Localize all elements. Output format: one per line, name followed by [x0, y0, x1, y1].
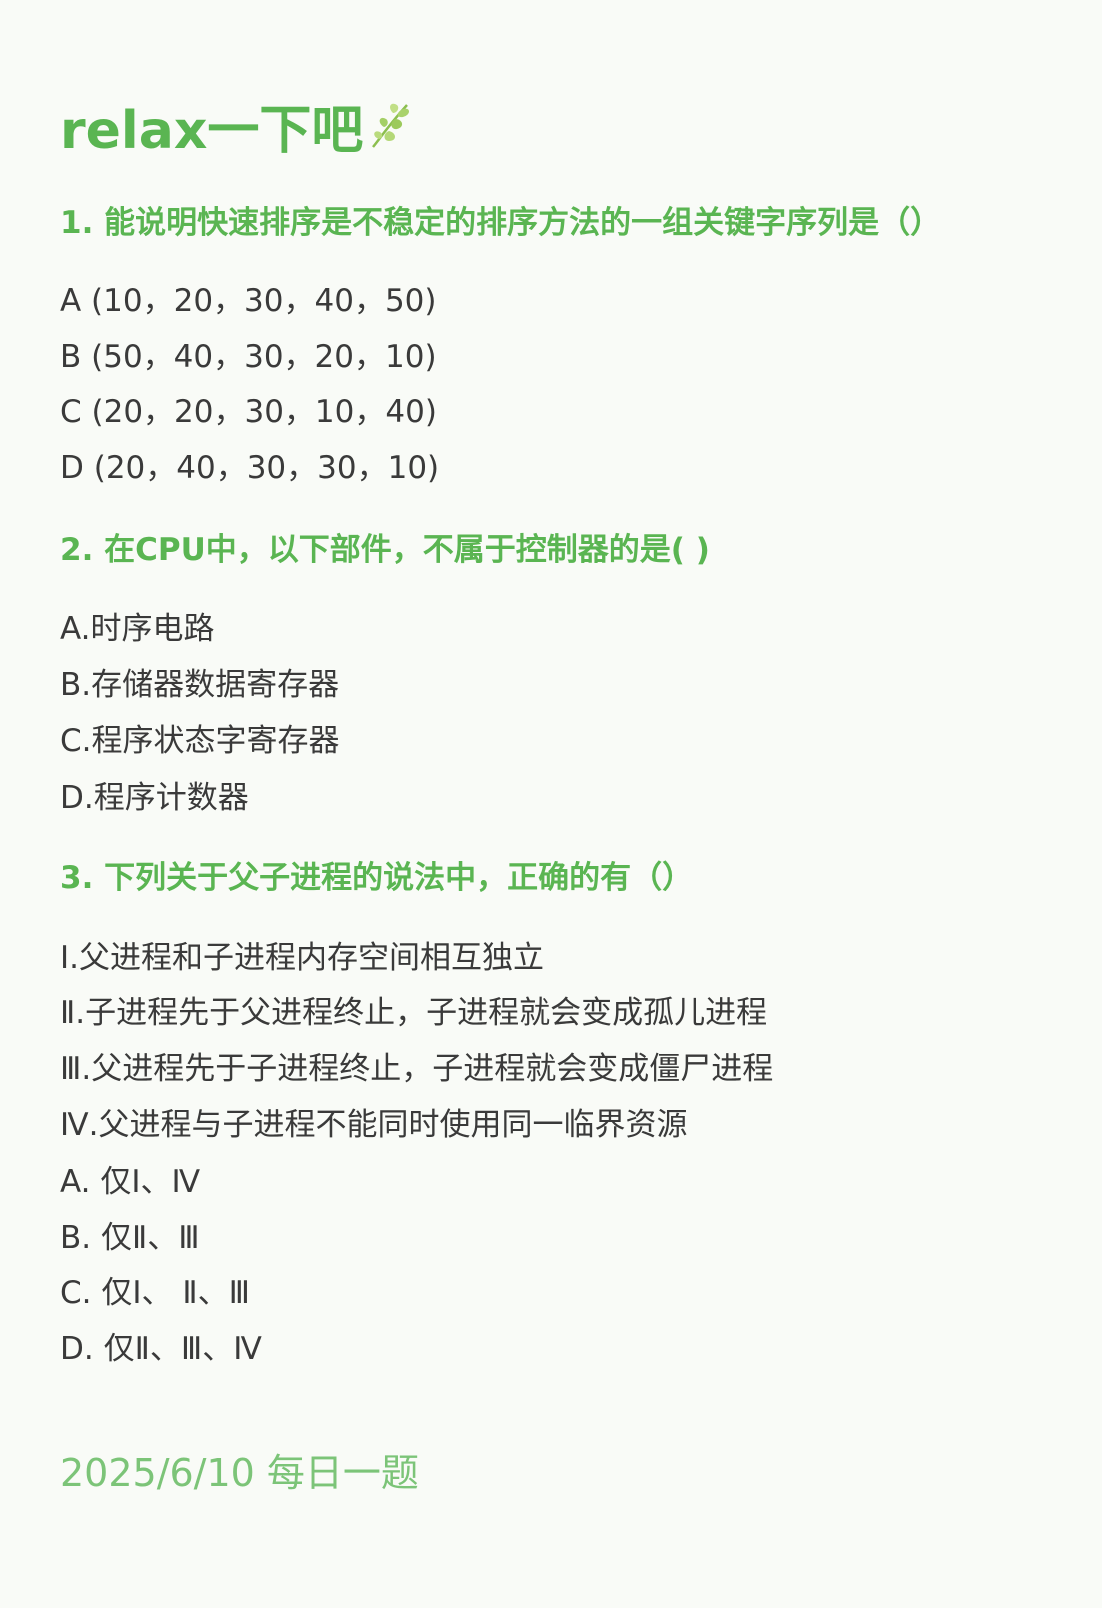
question-3-statement-3: Ⅲ.父进程先于子进程终止，子进程就会变成僵尸进程 [60, 1051, 774, 1087]
question-1-option-c: C (20，20，30，10，40) [60, 394, 437, 430]
question-3-option-c: C. 仅Ⅰ、 Ⅱ、Ⅲ [60, 1275, 250, 1311]
question-1-title: 1. 能说明快速排序是不稳定的排序方法的一组关键字序列是（） [60, 205, 942, 241]
question-2-option-c: C.程序状态字寄存器 [60, 723, 340, 759]
question-2-option-d: D.程序计数器 [60, 780, 249, 816]
question-2-option-b: B.存储器数据寄存器 [60, 667, 340, 703]
question-1-option-b: B (50，40，30，20，10) [60, 339, 437, 375]
question-2-option-a: A.时序电路 [60, 611, 215, 647]
question-1-option-d: D (20，40，30，30，10) [60, 450, 440, 486]
page-title: relax一下吧 [60, 92, 413, 161]
question-3-option-a: A. 仅Ⅰ、Ⅳ [60, 1164, 201, 1200]
question-2-title: 2. 在CPU中，以下部件，不属于控制器的是( ) [60, 532, 710, 568]
leaf-icon [372, 103, 410, 148]
question-3-statement-2: Ⅱ.子进程先于父进程终止，子进程就会变成孤儿进程 [60, 995, 768, 1031]
question-3-statement-1: Ⅰ.父进程和子进程内存空间相互独立 [60, 940, 544, 976]
question-3-statement-4: Ⅳ.父进程与子进程不能同时使用同一临界资源 [60, 1107, 688, 1143]
question-3-option-d: D. 仅Ⅱ、Ⅲ、Ⅳ [60, 1331, 262, 1367]
question-3-option-b: B. 仅Ⅱ、Ⅲ [60, 1220, 200, 1256]
date-footer: 2025/6/10 每日一题 [60, 1451, 419, 1495]
question-3-title: 3. 下列关于父子进程的说法中，正确的有（） [60, 860, 694, 896]
question-1-option-a: A (10，20，30，40，50) [60, 283, 437, 319]
page-title-text: relax一下吧 [60, 100, 364, 161]
